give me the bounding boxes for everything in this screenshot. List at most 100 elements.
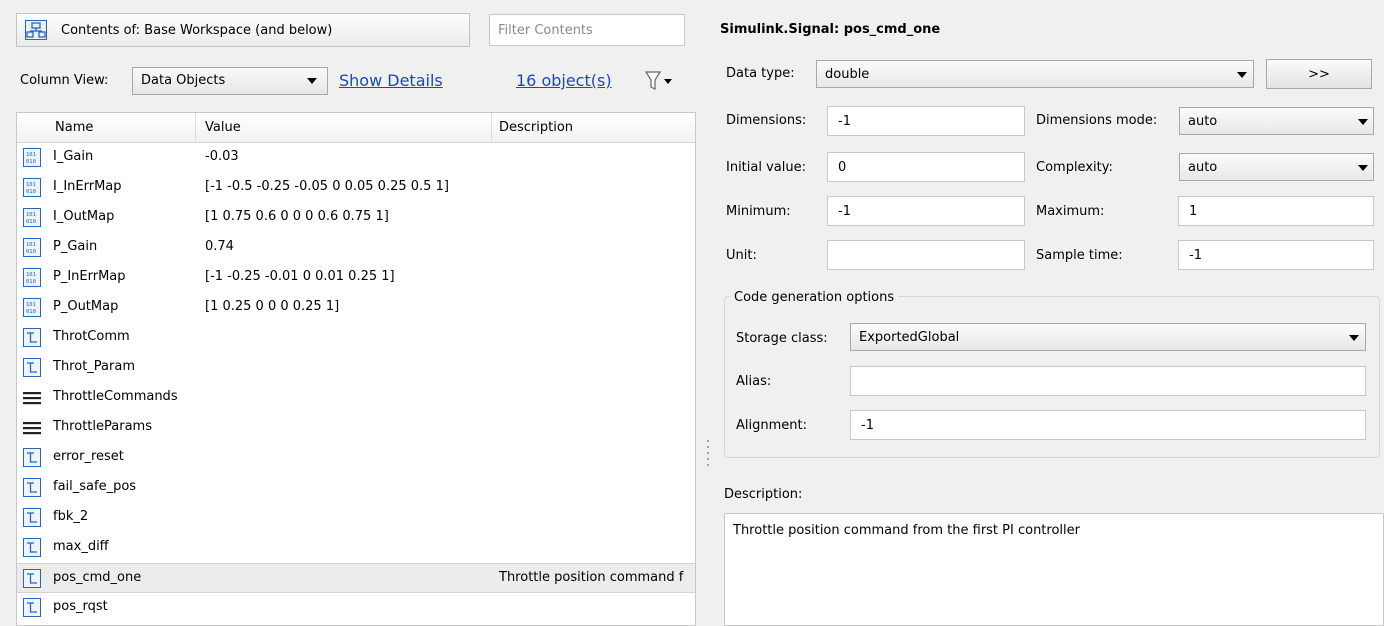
object-count-link[interactable]: 16 object(s): [516, 71, 612, 90]
dimensions-mode-dropdown[interactable]: auto: [1179, 107, 1374, 135]
column-divider[interactable]: [195, 113, 196, 143]
data-type-assistant-button[interactable]: >>: [1266, 59, 1372, 89]
initial-value-label: Initial value:: [726, 160, 806, 175]
svg-text:101: 101: [26, 152, 36, 158]
row-name: fail_safe_pos: [53, 479, 137, 494]
pane-splitter[interactable]: [700, 0, 716, 626]
workspace-scope-selector[interactable]: Contents of: Base Workspace (and below): [16, 13, 470, 47]
table-row[interactable]: fail_safe_pos: [17, 473, 695, 503]
column-header-name[interactable]: Name: [55, 120, 93, 135]
table-row[interactable]: 101 010 P_InErrMap [-1 -0.25 -0.01 0 0.01 0…: [17, 263, 695, 293]
table-row[interactable]: max_diff: [17, 533, 695, 563]
data-type-value: double: [825, 67, 870, 82]
table-row[interactable]: 101 010 P_OutMap [1 0.25 0 0 0 0.25 1]: [17, 293, 695, 323]
column-divider[interactable]: [491, 113, 492, 143]
table-row[interactable]: 101 010 P_Gain 0.74: [17, 233, 695, 263]
svg-text:101: 101: [26, 212, 36, 218]
storage-class-dropdown[interactable]: ExportedGlobal: [850, 323, 1366, 351]
svg-text:101: 101: [26, 272, 36, 278]
row-name: fbk_2: [53, 509, 89, 524]
storage-class-value: ExportedGlobal: [859, 330, 960, 345]
row-value: [-1 -0.25 -0.01 0 0.01 0.25 1]: [205, 269, 395, 284]
signal-icon: [23, 448, 41, 467]
unit-field[interactable]: [827, 240, 1025, 270]
table-row[interactable]: ThrottleCommands: [17, 383, 695, 413]
svg-text:010: 010: [26, 309, 36, 315]
row-name: I_OutMap: [53, 209, 115, 224]
description-textarea[interactable]: Throttle position command from the first…: [724, 513, 1384, 626]
chevron-down-icon: [1349, 335, 1359, 341]
workspace-table: Name Value Description 101 010 I_Gain -0.03…: [16, 112, 696, 626]
svg-text:010: 010: [26, 159, 36, 165]
table-row[interactable]: ThrotComm: [17, 323, 695, 353]
row-value: [1 0.25 0 0 0 0.25 1]: [205, 299, 340, 314]
row-name: ThrottleParams: [53, 419, 152, 434]
chevron-down-icon: [307, 78, 317, 84]
workspace-hierarchy-icon: [25, 20, 47, 40]
row-name: error_reset: [53, 449, 124, 464]
column-view-dropdown[interactable]: Data Objects: [132, 67, 328, 95]
filter-funnel-icon[interactable]: [644, 70, 674, 92]
row-value: -0.03: [205, 149, 239, 164]
table-body: 101 010 I_Gain -0.03 101 010 I_InErrMap [-1 -0.…: [17, 143, 695, 623]
maximum-value: 1: [1189, 204, 1198, 219]
signal-icon: [23, 358, 41, 377]
alignment-label: Alignment:: [736, 418, 807, 433]
row-description: Throttle position command f: [499, 570, 684, 585]
row-name: pos_rqst: [53, 599, 108, 614]
dimensions-mode-label: Dimensions mode:: [1036, 113, 1158, 128]
filter-contents-input[interactable]: [489, 14, 685, 46]
parameter-icon: 101 010: [23, 298, 41, 317]
table-row[interactable]: 101 010 I_OutMap [1 0.75 0.6 0 0 0 0.6 0.75…: [17, 203, 695, 233]
table-row[interactable]: Throt_Param: [17, 353, 695, 383]
alignment-value: -1: [861, 418, 874, 433]
table-row[interactable]: pos_cmd_one Throttle position command f: [17, 563, 695, 593]
row-name: P_Gain: [53, 239, 98, 254]
dimensions-label: Dimensions:: [726, 113, 807, 128]
table-row[interactable]: ThrottleParams: [17, 413, 695, 443]
maximum-field[interactable]: 1: [1178, 196, 1374, 226]
svg-text:010: 010: [26, 249, 36, 255]
row-name: Throt_Param: [53, 359, 135, 374]
svg-text:010: 010: [26, 279, 36, 285]
initial-value-field[interactable]: 0: [827, 152, 1025, 182]
data-type-dropdown[interactable]: double: [816, 60, 1254, 88]
row-name: pos_cmd_one: [53, 570, 142, 585]
table-row[interactable]: pos_rqst: [17, 593, 695, 623]
sample-time-label: Sample time:: [1036, 248, 1123, 263]
data-type-label: Data type:: [726, 66, 795, 81]
row-name: max_diff: [53, 539, 109, 554]
svg-text:010: 010: [26, 219, 36, 225]
alias-field[interactable]: [850, 366, 1366, 396]
workspace-browser: Contents of: Base Workspace (and below) …: [0, 0, 700, 626]
column-header-description[interactable]: Description: [499, 120, 573, 135]
table-row[interactable]: 101 010 I_InErrMap [-1 -0.5 -0.25 -0.05 0 0…: [17, 173, 695, 203]
show-details-link[interactable]: Show Details: [339, 71, 443, 90]
alignment-field[interactable]: -1: [850, 410, 1366, 440]
initial-value-value: 0: [838, 160, 847, 175]
signal-icon: [23, 538, 41, 557]
dimensions-field[interactable]: -1: [827, 106, 1025, 136]
dimensions-value: -1: [838, 114, 851, 129]
sample-time-field[interactable]: -1: [1178, 240, 1374, 270]
signal-icon: [23, 598, 41, 617]
sample-time-value: -1: [1189, 248, 1202, 263]
complexity-dropdown[interactable]: auto: [1179, 153, 1374, 181]
svg-text:101: 101: [26, 302, 36, 308]
table-row[interactable]: error_reset: [17, 443, 695, 473]
chevron-down-icon: [1358, 119, 1368, 125]
row-name: I_Gain: [53, 149, 94, 164]
table-row[interactable]: fbk_2: [17, 503, 695, 533]
row-name: P_InErrMap: [53, 269, 126, 284]
table-row[interactable]: 101 010 I_Gain -0.03: [17, 143, 695, 173]
table-header: Name Value Description: [17, 113, 695, 143]
code-generation-title: Code generation options: [730, 290, 899, 305]
column-header-value[interactable]: Value: [205, 120, 241, 135]
row-value: [1 0.75 0.6 0 0 0 0.6 0.75 1]: [205, 209, 389, 224]
maximum-label: Maximum:: [1036, 204, 1105, 219]
row-name: ThrottleCommands: [53, 389, 178, 404]
minimum-field[interactable]: -1: [827, 196, 1025, 226]
svg-text:010: 010: [26, 189, 36, 195]
description-label: Description:: [724, 487, 803, 502]
minimum-value: -1: [838, 204, 851, 219]
